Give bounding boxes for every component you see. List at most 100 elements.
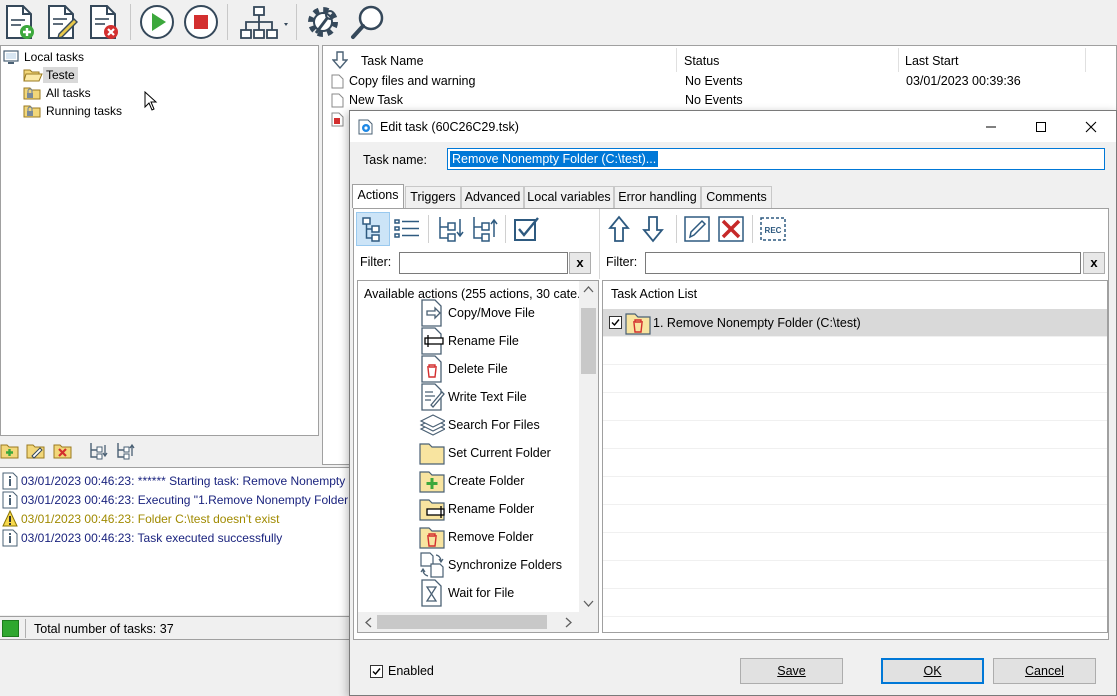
close-button[interactable] <box>1066 111 1116 142</box>
table-row[interactable] <box>329 110 349 129</box>
run-task-button[interactable] <box>137 2 177 42</box>
column-header-last-start[interactable]: Last Start <box>905 50 959 72</box>
new-task-button[interactable] <box>0 2 40 42</box>
clear-available-filter-button[interactable]: x <box>569 252 591 274</box>
tab-advanced[interactable]: Advanced <box>461 186 524 208</box>
clear-action-list-filter-button[interactable]: x <box>1083 252 1105 274</box>
rename-folder-icon <box>419 499 445 521</box>
panel-divider <box>599 209 600 279</box>
delete-task-button[interactable] <box>84 2 124 42</box>
action-enabled-checkbox[interactable] <box>609 316 622 329</box>
tree-move-down-icon <box>439 217 464 242</box>
ok-button[interactable]: OK <box>881 658 984 684</box>
column-header-task-name[interactable]: Task Name <box>361 50 424 72</box>
horizontal-scrollbar[interactable] <box>358 612 598 632</box>
edit-action-button[interactable] <box>680 212 714 246</box>
scrollbar-thumb[interactable] <box>377 615 547 629</box>
list-item[interactable]: Delete File <box>418 355 508 383</box>
available-filter-input[interactable] <box>399 252 568 274</box>
task-action-list[interactable]: Task Action List 1. Remove Nonempty Fold… <box>602 280 1108 633</box>
task-file-icon <box>331 93 344 108</box>
tree-view-button[interactable] <box>356 212 390 246</box>
action-label: 1. Remove Nonempty Folder (C:\test) <box>653 316 861 330</box>
list-item[interactable]: Synchronize Folders <box>418 551 562 579</box>
delete-folder-button[interactable] <box>53 441 73 461</box>
record-button[interactable]: REC <box>756 212 790 246</box>
list-item[interactable]: Set Current Folder <box>418 439 551 467</box>
move-up-button[interactable] <box>115 441 135 461</box>
search-button[interactable] <box>348 2 388 42</box>
task-folder-tree[interactable]: Local tasks Teste All tasks Running task… <box>0 45 319 436</box>
maximize-icon <box>1036 121 1046 132</box>
list-item[interactable]: Create Folder <box>418 467 524 495</box>
edit-folder-button[interactable] <box>26 441 46 461</box>
tab-comments[interactable]: Comments <box>701 186 772 208</box>
tab-actions[interactable]: Actions <box>352 184 404 208</box>
folder-icon <box>419 443 445 465</box>
list-item[interactable]: Rename File <box>418 327 519 355</box>
expand-all-button[interactable] <box>433 212 467 246</box>
add-folder-button[interactable] <box>0 441 20 461</box>
column-header-status[interactable]: Status <box>684 50 719 72</box>
tab-strip: Actions Triggers Advanced Local variable… <box>352 184 1112 208</box>
enabled-checkbox[interactable] <box>370 665 383 678</box>
tab-local-variables[interactable]: Local variables <box>524 186 614 208</box>
delete-folder-icon <box>53 444 72 459</box>
edit-task-button[interactable] <box>42 2 82 42</box>
play-icon <box>140 5 174 39</box>
vertical-scrollbar[interactable] <box>579 281 598 612</box>
table-row[interactable]: New Task No Events <box>329 91 1089 110</box>
list-item[interactable]: Rename Folder <box>418 495 534 523</box>
scrollbar-thumb[interactable] <box>581 308 596 374</box>
task-status-cell: No Events <box>685 93 743 107</box>
delete-action-button[interactable] <box>714 212 748 246</box>
dialog-title-bar[interactable]: Edit task (60C26C29.tsk) <box>350 111 1116 142</box>
info-icon <box>2 472 18 489</box>
table-row[interactable]: Copy files and warning No Events 03/01/2… <box>329 72 1089 91</box>
actions-tab-panel: REC Filter: x Filter: x Available action… <box>353 208 1109 640</box>
action-list-filter-input[interactable] <box>645 252 1081 274</box>
move-down-button[interactable] <box>88 441 108 461</box>
stop-icon <box>184 5 218 39</box>
organize-menu-button[interactable] <box>236 2 292 42</box>
stop-task-button[interactable] <box>181 2 221 42</box>
list-item[interactable]: Wait for File <box>418 579 514 607</box>
move-action-down-button[interactable] <box>636 212 670 246</box>
sort-arrow-down-icon[interactable] <box>332 51 348 69</box>
table-row[interactable]: 1. Remove Nonempty Folder (C:\test) <box>603 309 1107 337</box>
tree-item-running-tasks[interactable]: Running tasks <box>23 102 125 120</box>
tree-item-all-tasks[interactable]: All tasks <box>23 84 94 102</box>
task-name-input[interactable]: Remove Nonempty Folder (C:\test)... <box>447 148 1105 170</box>
tree-item-teste[interactable]: Teste <box>23 66 78 84</box>
task-settings-icon <box>358 119 373 135</box>
column-separator <box>898 48 899 72</box>
list-item[interactable]: Remove Folder <box>418 523 533 551</box>
list-item[interactable]: Search For Files <box>418 411 540 439</box>
main-toolbar <box>0 0 1117 45</box>
log-entry: 03/01/2023 00:46:23: Executing "1.Remove… <box>2 490 398 509</box>
delete-file-icon <box>421 355 442 383</box>
mouse-cursor-icon <box>144 91 158 111</box>
chevron-down-icon <box>284 23 288 26</box>
tab-error-handling[interactable]: Error handling <box>614 186 701 208</box>
gear-icon <box>308 7 338 37</box>
settings-button[interactable] <box>303 2 343 42</box>
move-action-up-button[interactable] <box>602 212 636 246</box>
edit-task-icon <box>48 5 78 39</box>
list-item[interactable]: Write Text File <box>418 383 527 411</box>
chevron-right-icon <box>565 617 572 628</box>
maximize-button[interactable] <box>1016 111 1066 142</box>
list-item[interactable]: Copy/Move File <box>418 299 535 327</box>
tab-triggers[interactable]: Triggers <box>405 186 461 208</box>
save-button[interactable]: Save <box>740 658 843 684</box>
check-all-button[interactable] <box>509 212 543 246</box>
available-actions-list[interactable]: Available actions (255 actions, 30 cate.… <box>357 280 599 633</box>
minimize-button[interactable] <box>966 111 1016 142</box>
hourglass-file-icon <box>421 579 442 607</box>
list-view-button[interactable] <box>390 212 424 246</box>
arrow-down-icon <box>642 216 664 243</box>
collapse-all-button[interactable] <box>467 212 501 246</box>
tree-item-local-tasks[interactable]: Local tasks <box>3 48 87 66</box>
cancel-button[interactable]: Cancel <box>993 658 1096 684</box>
create-folder-icon <box>419 471 445 493</box>
